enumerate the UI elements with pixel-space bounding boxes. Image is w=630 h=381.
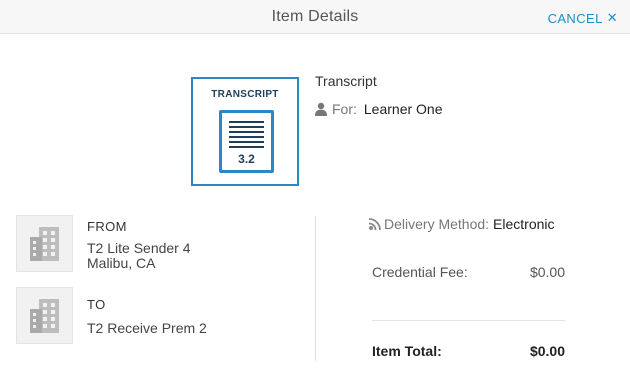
from-name: T2 Lite Sender 4 [87, 240, 191, 256]
from-building-icon [16, 215, 73, 272]
person-icon [315, 102, 327, 116]
electronic-delivery-icon [368, 217, 381, 230]
item-total-value: $0.00 [529, 343, 565, 359]
to-name: T2 Receive Prem 2 [87, 320, 207, 336]
item-total-label: Item Total: [372, 343, 442, 359]
modal-header: Item Details CANCEL ✕ [0, 0, 630, 34]
for-label: For: [332, 101, 357, 117]
cancel-button[interactable]: CANCEL ✕ [548, 10, 618, 26]
to-building-icon [16, 287, 73, 344]
delivery-value: Electronic [493, 216, 555, 232]
from-location: Malibu, CA [87, 255, 156, 271]
column-divider [315, 216, 316, 361]
transcript-thumbnail: TRANSCRIPT 3.2 [191, 77, 299, 186]
item-name: Transcript [315, 73, 377, 89]
delivery-method: Delivery Method: Electronic [368, 216, 555, 232]
modal-title: Item Details [271, 8, 359, 25]
total-divider [372, 320, 565, 321]
thumbnail-title: TRANSCRIPT [211, 89, 279, 100]
recipient-row: For: Learner One [315, 101, 443, 117]
for-value: Learner One [363, 101, 443, 117]
cancel-label: CANCEL [547, 10, 603, 26]
from-heading: FROM [87, 219, 127, 234]
building-icon [30, 227, 59, 261]
to-heading: TO [87, 297, 106, 312]
document-icon: 3.2 [219, 110, 274, 173]
building-icon [30, 299, 59, 333]
credential-fee-label: Credential Fee: [372, 264, 468, 280]
credential-fee-value: $0.00 [529, 264, 565, 280]
thumbnail-number: 3.2 [238, 152, 255, 166]
close-icon: ✕ [606, 10, 618, 25]
delivery-label: Delivery Method: [384, 216, 490, 232]
